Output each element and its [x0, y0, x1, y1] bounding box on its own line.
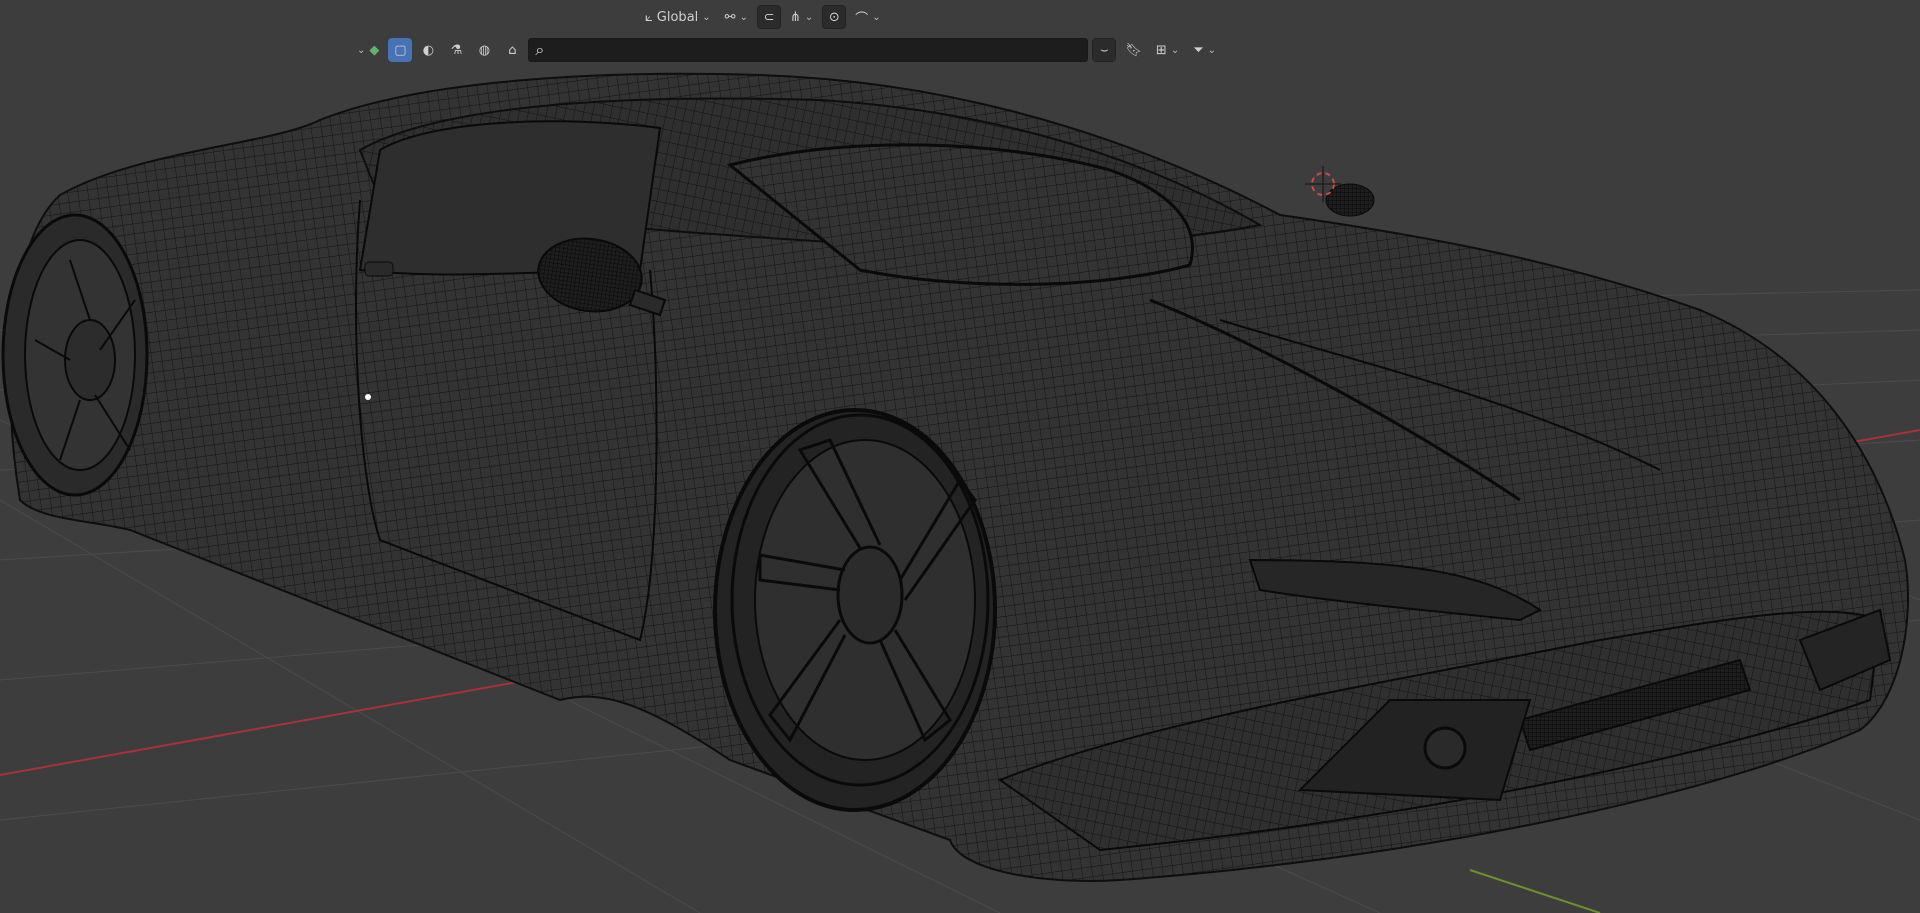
display-mode-icon: ◆ — [369, 42, 380, 58]
snap-magnet-icon: ⊂ — [763, 9, 775, 25]
rear-wheel[interactable] — [1, 213, 149, 497]
hierarchy-icon: ⊞ — [1155, 42, 1167, 58]
select-mode-button[interactable]: ▢ — [388, 38, 413, 62]
chevron-down-icon: ⌄ — [357, 44, 366, 56]
proportional-edit-icon: ⊙ — [828, 9, 840, 25]
display-mode-dropdown[interactable]: ⌄ ◆ — [352, 38, 384, 62]
filter-dropdown[interactable]: ⏷ ⌄ — [1188, 38, 1221, 62]
bookmark-button[interactable]: 🔖︎ — [1120, 38, 1147, 62]
proportional-edit-toggle[interactable]: ⊙ — [822, 5, 847, 29]
front-wheel[interactable] — [713, 408, 997, 812]
collapse-button[interactable]: ⌣ — [1092, 38, 1117, 62]
render-button[interactable]: ⚗ — [444, 38, 468, 62]
3d-viewport[interactable] — [0, 0, 1920, 913]
search-input[interactable] — [550, 42, 1088, 58]
wheel-hub — [836, 545, 904, 645]
search-icon: ⌕ — [535, 40, 545, 59]
bookmark-icon: 🔖︎ — [1125, 42, 1142, 58]
transform-orientation-icon: ⟀ — [645, 9, 653, 25]
pivot-link-icon: ⚯ — [724, 9, 736, 25]
object-origin[interactable] — [365, 394, 371, 400]
chevron-down-icon: ⌄ — [872, 11, 881, 23]
world-icon: ◍ — [478, 42, 491, 58]
chevron-down-icon: ⌄ — [739, 11, 748, 23]
collapse-icon: ⌣ — [1100, 42, 1109, 58]
pivot-point-dropdown[interactable]: ⚯ ⌄ — [720, 5, 753, 29]
chevron-down-icon: ⌄ — [804, 11, 814, 23]
snap-target-dropdown[interactable]: ⋔ ⌄ — [785, 5, 818, 29]
chevron-down-icon: ⌄ — [1170, 44, 1180, 56]
shading-button[interactable]: ◐ — [416, 38, 440, 62]
door-handle — [364, 261, 394, 277]
falloff-dropdown[interactable]: ⌒ ⌄ — [850, 5, 885, 29]
world-button[interactable]: ◍ — [472, 38, 496, 62]
outliner-search[interactable]: ⌕ — [528, 38, 1089, 62]
outliner-filter-bar: ⌄ ◆ ▢ ◐ ⚗ ◍ ⌂ ⌕ ⌣ 🔖︎ ⊞ ⌄ ⏷ ⌄ — [352, 37, 1221, 63]
chevron-down-icon: ⌄ — [1207, 44, 1216, 56]
shading-icon: ◐ — [422, 42, 435, 58]
transform-orientation-dropdown[interactable]: ⟀ Global ⌄ — [640, 5, 716, 29]
brush-icon: ⌂ — [508, 42, 517, 58]
hierarchy-dropdown[interactable]: ⊞ ⌄ — [1151, 38, 1184, 62]
falloff-curve-icon: ⌒ — [855, 11, 869, 27]
brush-button[interactable]: ⌂ — [500, 38, 524, 62]
transform-orientation-value: Global — [656, 9, 699, 25]
chevron-down-icon: ⌄ — [702, 11, 711, 23]
viewport-header-tools: ⟀ Global ⌄ ⚯ ⌄ ⊂ ⋔ ⌄ ⊙ ⌒ ⌄ — [640, 4, 886, 30]
snap-toggle[interactable]: ⊂ — [756, 5, 781, 29]
snap-target-icon: ⋔ — [789, 9, 801, 25]
render-icon: ⚗ — [450, 42, 463, 58]
filter-icon: ⏷ — [1193, 42, 1204, 58]
select-mode-icon: ▢ — [394, 42, 407, 58]
fog-light — [1423, 726, 1467, 770]
